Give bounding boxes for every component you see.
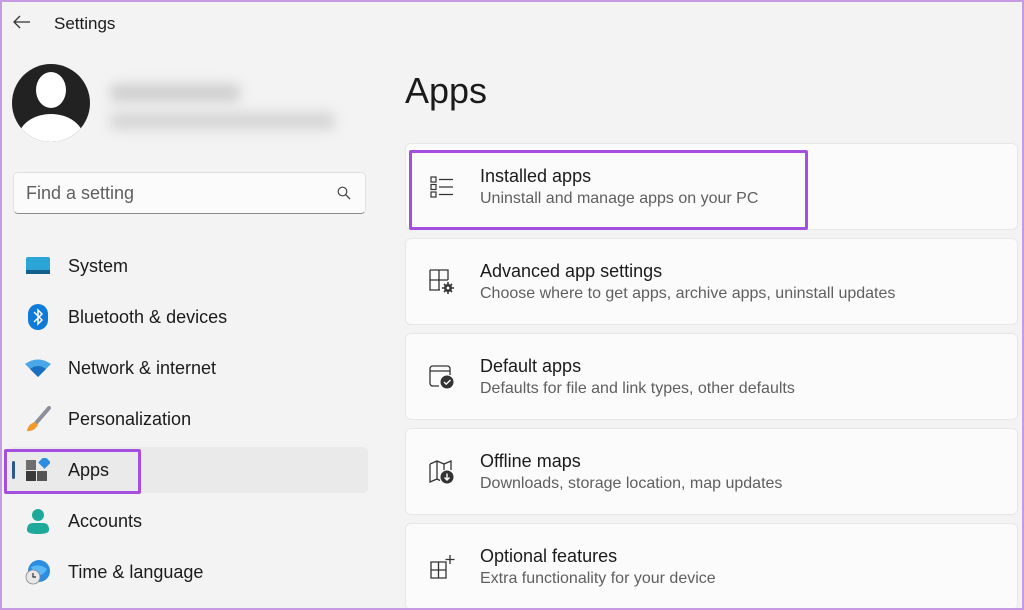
main-content: Apps Installed apps Uninstall and manage…	[405, 48, 1024, 610]
sidebar-item-label: Network & internet	[68, 357, 217, 378]
sidebar-item-label: Bluetooth & devices	[68, 306, 228, 327]
list-icon	[428, 173, 456, 201]
card-offline-maps[interactable]: Offline maps Downloads, storage location…	[405, 428, 1018, 515]
default-apps-icon	[428, 363, 456, 391]
sidebar-item-apps[interactable]: Apps	[8, 447, 368, 493]
search-icon[interactable]	[335, 184, 353, 202]
sidebar-item-network[interactable]: Network & internet	[8, 345, 368, 391]
search-box	[13, 172, 366, 214]
account-icon	[24, 507, 52, 535]
sidebar-item-accounts[interactable]: Accounts	[8, 498, 368, 544]
system-icon	[24, 252, 52, 280]
sidebar: System Bluetooth & devices Network & int…	[0, 48, 380, 610]
avatar	[12, 64, 90, 142]
page-title: Apps	[405, 70, 488, 111]
sidebar-item-time-language[interactable]: Time & language	[8, 549, 368, 595]
paintbrush-icon	[24, 405, 52, 433]
card-subtitle: Choose where to get apps, archive apps, …	[480, 284, 896, 302]
card-title: Advanced app settings	[480, 260, 663, 281]
sidebar-item-personalization[interactable]: Personalization	[8, 396, 368, 442]
profile-email-blurred	[110, 112, 335, 130]
sidebar-item-bluetooth[interactable]: Bluetooth & devices	[8, 294, 368, 340]
title-bar: Settings	[0, 0, 1024, 48]
card-title: Installed apps	[480, 165, 592, 186]
selection-indicator	[12, 461, 15, 479]
card-title: Default apps	[480, 355, 582, 376]
sidebar-item-label: Time & language	[68, 561, 204, 582]
back-arrow-icon	[13, 15, 30, 29]
card-subtitle: Uninstall and manage apps on your PC	[480, 189, 759, 207]
search-input[interactable]	[26, 182, 335, 204]
user-profile[interactable]	[12, 64, 352, 144]
apps-icon	[24, 456, 52, 484]
wifi-icon	[24, 354, 52, 382]
app-settings-icon	[428, 268, 456, 296]
profile-name-blurred	[110, 84, 240, 102]
sidebar-nav: System Bluetooth & devices Network & int…	[0, 243, 380, 600]
sidebar-item-label: Accounts	[68, 510, 143, 531]
add-feature-icon	[428, 553, 456, 581]
card-subtitle: Defaults for file and link types, other …	[480, 379, 795, 397]
sidebar-item-label: Personalization	[68, 408, 192, 429]
sidebar-item-system[interactable]: System	[8, 243, 368, 289]
card-default-apps[interactable]: Default apps Defaults for file and link …	[405, 333, 1018, 420]
card-subtitle: Downloads, storage location, map updates	[480, 474, 783, 492]
back-button[interactable]	[8, 8, 36, 36]
sidebar-item-label: System	[68, 255, 129, 276]
card-advanced-app-settings[interactable]: Advanced app settings Choose where to ge…	[405, 238, 1018, 325]
sidebar-item-label: Apps	[68, 459, 110, 480]
card-installed-apps[interactable]: Installed apps Uninstall and manage apps…	[405, 143, 1018, 230]
card-title: Offline maps	[480, 450, 581, 471]
bluetooth-icon	[24, 303, 52, 331]
card-title: Optional features	[480, 545, 618, 566]
card-optional-features[interactable]: Optional features Extra functionality fo…	[405, 523, 1018, 610]
card-subtitle: Extra functionality for your device	[480, 569, 716, 587]
map-download-icon	[428, 458, 456, 486]
globe-clock-icon	[24, 558, 52, 586]
app-title: Settings	[54, 14, 116, 33]
